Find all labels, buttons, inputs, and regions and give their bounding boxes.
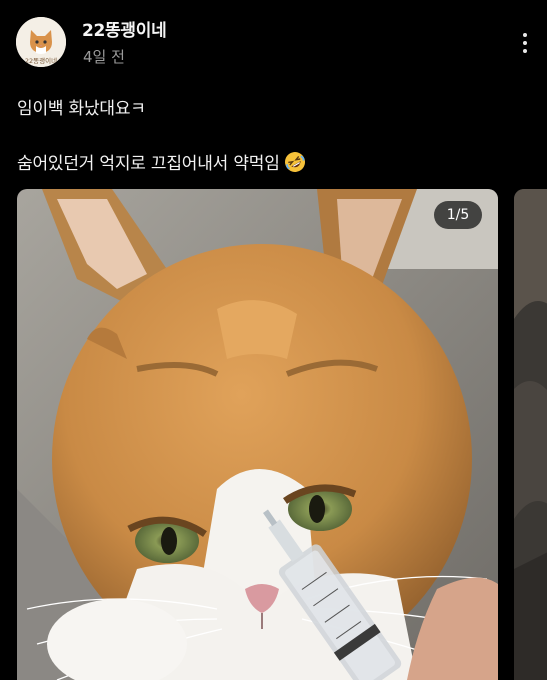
rolling-on-floor-laughing-icon — [284, 151, 306, 178]
page-indicator: 1/5 — [434, 201, 482, 229]
media-carousel[interactable]: 1/5 — [17, 189, 547, 680]
author-avatar[interactable]: 22똥괭이네 — [16, 17, 66, 67]
more-dot-icon — [523, 33, 527, 37]
author-name[interactable]: 22똥괭이네 — [82, 16, 167, 41]
cat-avatar-icon: 22똥괭이네 — [16, 17, 66, 67]
more-dot-icon — [523, 49, 527, 53]
next-image-preview — [514, 189, 547, 680]
next-media-preview[interactable] — [514, 189, 547, 680]
post-timestamp: 4일 전 — [83, 48, 125, 66]
post-text-line-2: 숨어있던거 억지로 끄집어내서 약먹임 — [17, 154, 280, 174]
cat-syringe-photo — [17, 189, 498, 680]
post-text-line-1: 임이백 화났대요ㅋ — [17, 99, 146, 119]
more-options-button[interactable] — [514, 28, 536, 58]
more-dot-icon — [523, 41, 527, 45]
media-image[interactable]: 1/5 — [17, 189, 498, 680]
post-text-line-2-wrap: 숨어있던거 억지로 끄집어내서 약먹임 — [17, 149, 306, 178]
avatar-label: 22똥괭이네 — [25, 56, 57, 65]
post-header: 22똥괭이네 22똥괭이네 4일 전 — [0, 0, 547, 80]
